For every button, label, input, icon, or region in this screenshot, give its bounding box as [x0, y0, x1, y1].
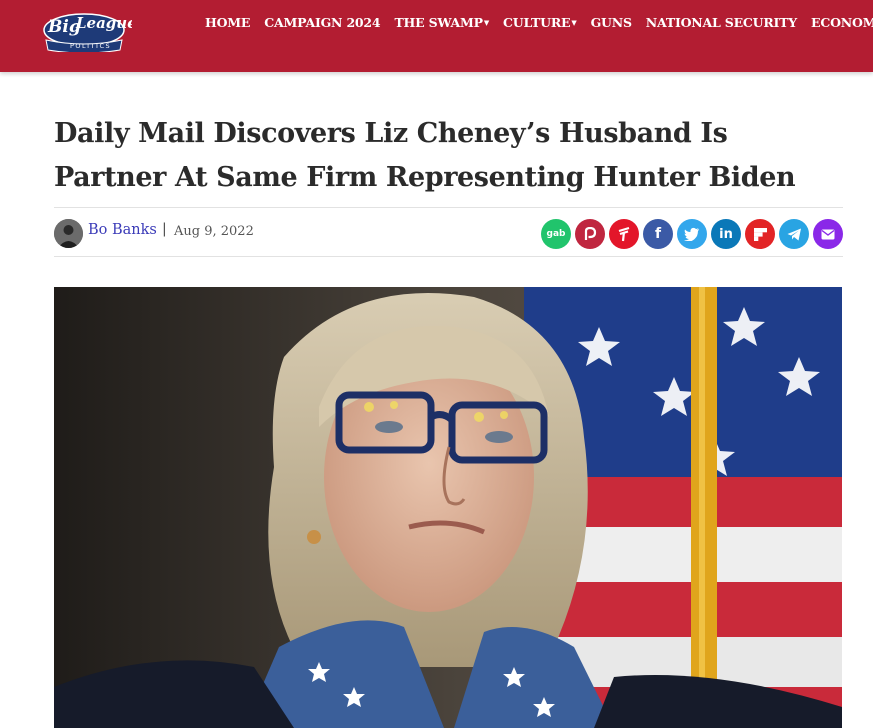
email-icon — [821, 229, 835, 240]
telegram-icon — [787, 228, 802, 241]
article-title: Daily Mail Discovers Liz Cheney’s Husban… — [54, 112, 854, 200]
twitter-icon — [684, 227, 700, 241]
chevron-down-icon: ▼ — [483, 18, 490, 27]
article-title-line-2: Partner At Same Firm Representing Hunter… — [54, 162, 796, 193]
share-buttons: gab f in — [541, 219, 843, 249]
author-avatar[interactable] — [54, 219, 83, 248]
gab-icon: gab — [547, 229, 566, 239]
facebook-icon: f — [655, 226, 661, 242]
share-parler-button[interactable] — [575, 219, 605, 249]
parler-icon — [583, 227, 597, 241]
hero-image — [54, 287, 842, 728]
nav-item-label: CULTURE — [503, 14, 571, 30]
flipboard-icon — [753, 227, 767, 241]
gettr-icon — [617, 226, 631, 242]
nav-item-label: THE SWAMP — [394, 14, 483, 30]
share-flipboard-button[interactable] — [745, 219, 775, 249]
share-email-button[interactable] — [813, 219, 843, 249]
nav-item-home[interactable]: HOME — [205, 13, 250, 31]
main-nav: HOME CAMPAIGN 2024 THE SWAMP ▼ CULTURE ▼ GUNS N… — [205, 13, 873, 31]
nav-item-economy[interactable]: ECONOMY — [811, 13, 873, 31]
facebook-label: f — [654, 226, 662, 242]
nav-item-label: NATIONAL SECURITY — [645, 14, 798, 30]
share-facebook-button[interactable]: f — [643, 219, 673, 249]
logo-text-politics: POLITICS — [70, 42, 111, 50]
nav-item-national-security[interactable]: NATIONAL SECURITY — [646, 13, 797, 31]
nav-item-label: CAMPAIGN 2024 — [264, 14, 381, 30]
nav-item-label: GUNS — [590, 14, 632, 30]
site-header: Big League POLITICS HOME CAMPAIGN 2024 THE… — [0, 0, 873, 72]
share-twitter-button[interactable] — [677, 219, 707, 249]
meta-separator: | — [162, 221, 167, 237]
logo-text-league: League — [75, 14, 132, 32]
share-linkedin-button[interactable]: in — [711, 219, 741, 249]
gab-label: gab — [546, 229, 566, 239]
hero-photo — [54, 287, 842, 728]
nav-item-campaign-2024[interactable]: CAMPAIGN 2024 — [264, 13, 380, 31]
site-logo[interactable]: Big League POLITICS — [40, 4, 132, 52]
nav-item-the-swamp[interactable]: THE SWAMP ▼ — [394, 13, 489, 31]
author-link[interactable]: Bo Banks — [88, 222, 157, 238]
nav-item-label: ECONOMY — [811, 14, 873, 30]
linkedin-label: in — [719, 226, 733, 242]
chevron-down-icon: ▼ — [571, 18, 577, 27]
share-gab-button[interactable]: gab — [541, 219, 571, 249]
linkedin-icon: in — [719, 227, 733, 242]
publish-date: Aug 9, 2022 — [174, 224, 254, 239]
article-title-line-1: Daily Mail Discovers Liz Cheney’s Husban… — [54, 118, 728, 149]
nav-item-culture[interactable]: CULTURE ▼ — [503, 13, 577, 31]
nav-item-label: HOME — [205, 14, 251, 30]
share-telegram-button[interactable] — [779, 219, 809, 249]
nav-item-guns[interactable]: GUNS — [591, 13, 632, 31]
article-meta: Bo Banks | Aug 9, 2022 gab f in — [54, 207, 843, 257]
share-gettr-button[interactable] — [609, 219, 639, 249]
